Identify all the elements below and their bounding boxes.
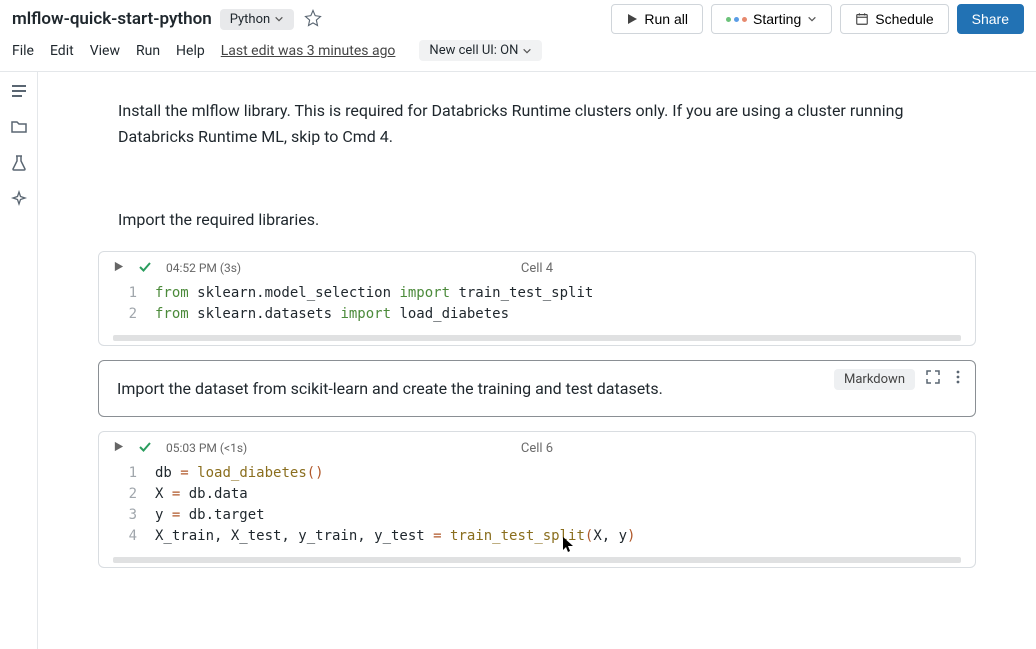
- main-layout: Install the mlflow library. This is requ…: [0, 72, 1036, 649]
- menu-view[interactable]: View: [90, 43, 120, 59]
- cluster-status-icon: [726, 17, 747, 22]
- line-gutter: 1 2: [99, 283, 155, 325]
- code-lines[interactable]: db = load_diabetes()X = db.datay = db.ta…: [155, 463, 975, 547]
- folder-icon[interactable]: [10, 118, 28, 136]
- play-icon: [113, 441, 124, 452]
- code-body[interactable]: 1 2 3 4 db = load_diabetes()X = db.datay…: [99, 459, 975, 557]
- markdown-install-note: Install the mlflow library. This is requ…: [38, 98, 1036, 149]
- cluster-selector[interactable]: Starting: [711, 4, 832, 34]
- new-cell-label: New cell UI: ON: [429, 43, 518, 58]
- menu-edit[interactable]: Edit: [50, 43, 74, 59]
- cell-type-badge[interactable]: Markdown: [834, 369, 915, 390]
- check-icon: [138, 440, 152, 454]
- schedule-label: Schedule: [875, 11, 933, 27]
- run-all-label: Run all: [644, 11, 688, 27]
- play-icon: [626, 13, 638, 25]
- cluster-status-label: Starting: [753, 11, 801, 27]
- code-lines[interactable]: from sklearn.model_selection import trai…: [155, 283, 975, 325]
- new-cell-toggle[interactable]: New cell UI: ON: [419, 40, 542, 61]
- run-cell-button[interactable]: [113, 261, 124, 275]
- menu-bar: File Edit View Run Help Last edit was 3 …: [0, 34, 1036, 72]
- language-selector[interactable]: Python: [220, 9, 294, 30]
- notebook-title[interactable]: mlflow-quick-start-python: [12, 9, 212, 29]
- cell-toolbar: Markdown: [834, 369, 965, 390]
- code-cell-6[interactable]: 05:03 PM (<1s) Cell 6 1 2 3 4 db = load_…: [98, 431, 976, 568]
- code-body[interactable]: 1 2 from sklearn.model_selection import …: [99, 279, 975, 335]
- status-check: [138, 440, 152, 457]
- cell-menu-button[interactable]: [951, 369, 965, 389]
- experiment-icon[interactable]: [10, 154, 28, 172]
- share-label: Share: [972, 11, 1009, 27]
- play-icon: [113, 261, 124, 272]
- language-label: Python: [230, 12, 270, 27]
- calendar-icon: [855, 12, 869, 26]
- expand-button[interactable]: [925, 369, 941, 389]
- toc-icon[interactable]: [10, 82, 28, 100]
- star-icon: [304, 9, 322, 27]
- markdown-text: Import the dataset from scikit-learn and…: [117, 379, 663, 398]
- run-all-button[interactable]: Run all: [611, 4, 703, 34]
- share-button[interactable]: Share: [957, 4, 1024, 34]
- kebab-icon: [951, 369, 965, 385]
- assist-icon[interactable]: [10, 190, 28, 208]
- status-check: [138, 260, 152, 277]
- run-cell-button[interactable]: [113, 441, 124, 455]
- side-rail: [0, 72, 38, 649]
- last-edit-link[interactable]: Last edit was 3 minutes ago: [221, 43, 396, 59]
- cell-label: Cell 6: [521, 441, 553, 456]
- cell-header: 05:03 PM (<1s) Cell 6: [99, 432, 975, 459]
- cell-timestamp: 05:03 PM (<1s): [166, 441, 247, 455]
- check-icon: [138, 260, 152, 274]
- expand-icon: [925, 369, 941, 385]
- cell-timestamp: 04:52 PM (3s): [166, 261, 241, 275]
- chevron-down-icon: [522, 46, 532, 56]
- code-cell-4[interactable]: 04:52 PM (3s) Cell 4 1 2 from sklearn.mo…: [98, 251, 976, 346]
- markdown-import-heading: Import the required libraries.: [38, 207, 1036, 233]
- menu-file[interactable]: File: [12, 43, 34, 59]
- line-gutter: 1 2 3 4: [99, 463, 155, 547]
- cell-label: Cell 4: [521, 261, 553, 276]
- menu-run[interactable]: Run: [136, 43, 160, 59]
- schedule-button[interactable]: Schedule: [840, 4, 948, 34]
- notebook-content[interactable]: Install the mlflow library. This is requ…: [38, 72, 1036, 649]
- title-bar: mlflow-quick-start-python Python Run all…: [0, 0, 1036, 34]
- markdown-cell[interactable]: Import the dataset from scikit-learn and…: [98, 360, 976, 417]
- cell-header: 04:52 PM (3s) Cell 4: [99, 252, 975, 279]
- menu-help[interactable]: Help: [176, 43, 205, 59]
- favorite-button[interactable]: [302, 7, 324, 32]
- chevron-down-icon: [807, 14, 817, 24]
- chevron-down-icon: [274, 14, 284, 24]
